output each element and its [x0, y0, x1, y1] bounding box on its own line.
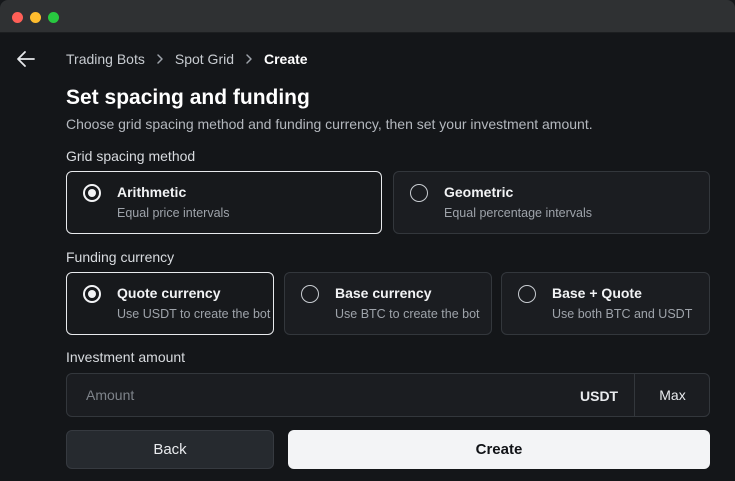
- create-button[interactable]: Create: [288, 430, 710, 469]
- funding-option-quote[interactable]: Quote currency Use USDT to create the bo…: [66, 272, 274, 335]
- breadcrumb-current: Create: [264, 51, 308, 67]
- arrow-left-icon[interactable]: [16, 50, 36, 68]
- option-title: Geometric: [444, 184, 514, 200]
- option-title: Quote currency: [117, 285, 221, 301]
- chevron-right-icon: [237, 52, 261, 66]
- funding-option-base[interactable]: Base currency Use BTC to create the bot: [284, 272, 492, 335]
- breadcrumb-spot-grid[interactable]: Spot Grid: [175, 51, 234, 67]
- minimize-window-button[interactable]: [30, 12, 41, 23]
- spacing-option-geometric[interactable]: Geometric Equal percentage intervals: [393, 171, 710, 234]
- amount-input[interactable]: [67, 374, 567, 416]
- option-description: Use BTC to create the bot: [335, 307, 480, 321]
- grid-spacing-label: Grid spacing method: [66, 148, 196, 164]
- max-button[interactable]: Max: [634, 374, 710, 416]
- radio-selected-icon[interactable]: [83, 184, 101, 202]
- currency-unit: USDT: [580, 388, 619, 404]
- page-title: Set spacing and funding: [66, 86, 310, 109]
- chevron-right-icon: [148, 52, 172, 66]
- investment-amount-label: Investment amount: [66, 349, 186, 365]
- back-button[interactable]: Back: [66, 430, 274, 469]
- option-title: Base + Quote: [552, 285, 642, 301]
- option-description: Use USDT to create the bot: [117, 307, 271, 321]
- window-titlebar: [0, 0, 735, 33]
- option-description: Equal price intervals: [117, 206, 230, 220]
- radio-selected-icon[interactable]: [83, 285, 101, 303]
- radio-unselected-icon[interactable]: [301, 285, 319, 303]
- funding-currency-label: Funding currency: [66, 249, 175, 265]
- radio-unselected-icon[interactable]: [518, 285, 536, 303]
- option-title: Arithmetic: [117, 184, 187, 200]
- breadcrumb-trading-bots[interactable]: Trading Bots: [66, 51, 145, 67]
- spacing-option-arithmetic[interactable]: Arithmetic Equal price intervals: [66, 171, 382, 234]
- app-window: Trading Bots Spot Grid Create Set spacin…: [0, 0, 735, 481]
- option-title: Base currency: [335, 285, 432, 301]
- option-description: Use both BTC and USDT: [552, 307, 693, 321]
- breadcrumb: Trading Bots Spot Grid Create: [66, 51, 308, 67]
- option-description: Equal percentage intervals: [444, 206, 593, 220]
- page-subtitle: Choose grid spacing method and funding c…: [66, 116, 593, 132]
- funding-option-base-quote[interactable]: Base + Quote Use both BTC and USDT: [501, 272, 710, 335]
- investment-amount-field: USDT Max: [66, 373, 710, 417]
- radio-unselected-icon[interactable]: [410, 184, 428, 202]
- close-window-button[interactable]: [12, 12, 23, 23]
- maximize-window-button[interactable]: [48, 12, 59, 23]
